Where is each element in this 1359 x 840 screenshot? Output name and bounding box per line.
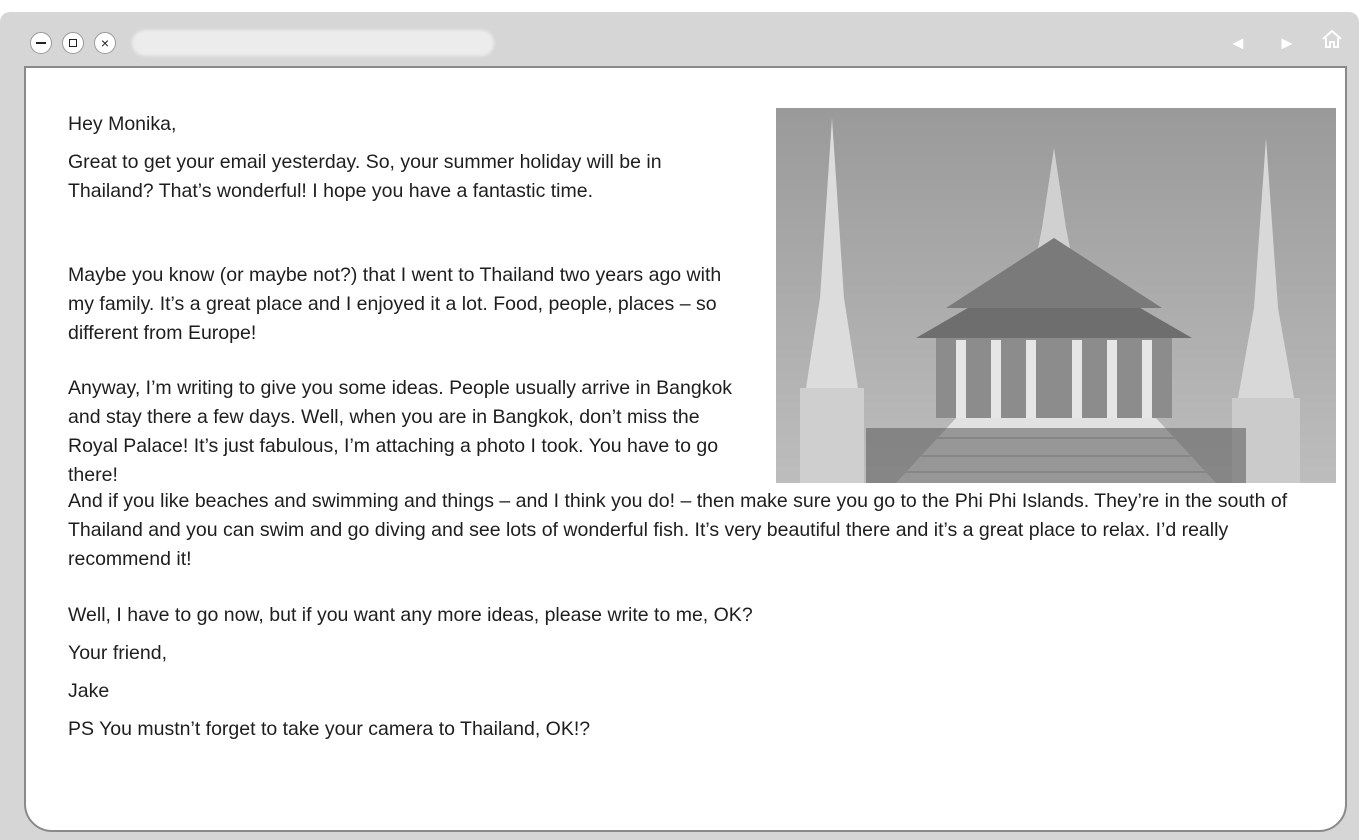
- email-greeting: Hey Monika,: [68, 113, 177, 135]
- address-bar[interactable]: [132, 30, 494, 56]
- email-paragraph: And if you like beaches and swimming and…: [68, 490, 1288, 570]
- maximize-icon[interactable]: [62, 32, 84, 54]
- home-icon[interactable]: [1321, 28, 1343, 57]
- browser-window: × ◄ ► Hey Monika, Great to get your emai…: [0, 12, 1359, 840]
- forward-arrow-icon[interactable]: ►: [1278, 30, 1296, 56]
- email-paragraph: Maybe you know (or maybe not?) that I we…: [68, 264, 722, 344]
- royal-palace-photo: [776, 108, 1336, 483]
- email-closing: Your friend,: [68, 642, 168, 664]
- close-icon[interactable]: ×: [94, 32, 116, 54]
- email-paragraph: Great to get your email yesterday. So, y…: [68, 151, 662, 202]
- title-bar: × ◄ ►: [0, 12, 1359, 64]
- email-body: Hey Monika, Great to get your email yest…: [24, 66, 1347, 832]
- email-paragraph: Anyway, I’m writing to give you some ide…: [68, 377, 733, 486]
- email-paragraph: Well, I have to go now, but if you want …: [68, 604, 753, 626]
- back-arrow-icon[interactable]: ◄: [1229, 30, 1247, 56]
- email-postscript: PS You mustn’t forget to take your camer…: [68, 718, 591, 740]
- minimize-icon[interactable]: [30, 32, 52, 54]
- email-signature: Jake: [68, 680, 110, 702]
